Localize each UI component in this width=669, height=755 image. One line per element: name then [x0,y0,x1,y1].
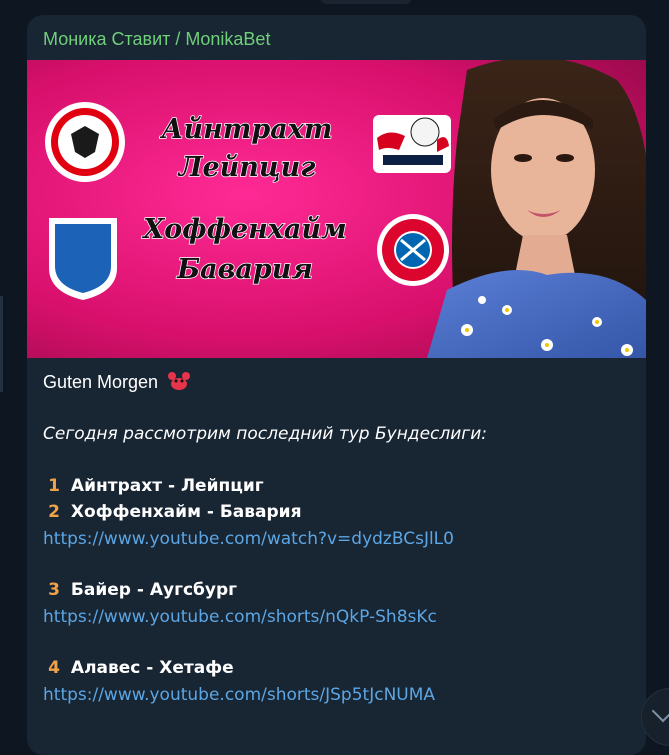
rb-leipzig-crest-icon [373,115,451,173]
greeting-line: Guten Morgen [43,369,633,395]
banner-match2-team1: Хоффенхайм [141,214,346,245]
youtube-link[interactable]: https://www.youtube.com/shorts/nQkP-Sh8s… [43,607,437,627]
banner-match1-team1: Айнтрахт [160,114,333,145]
number-4-icon: 4 [48,658,60,678]
youtube-link[interactable]: https://www.youtube.com/shorts/JSp5tJcNU… [43,685,435,705]
banner-match1-team2: Лейпциг [177,152,316,183]
greeting-text: Guten Morgen [43,372,159,392]
banner-match2-team2: Бавария [176,254,313,285]
number-1-icon: 1 [48,476,60,496]
match-title: Байер - Аугсбург [70,580,238,600]
list-item: 1 Айнтрахт - Лейпциг [43,473,633,499]
number-3-icon: 3 [48,580,60,600]
hoffenheim-crest-icon [49,218,117,300]
left-edge-accent [0,296,3,392]
youtube-link[interactable]: https://www.youtube.com/watch?v=dydzBCsJ… [43,529,454,549]
match-title: Алавес - Хетафе [70,658,234,678]
match-title: Айнтрахт - Лейпциг [70,476,264,496]
crab-emoji-icon [167,370,191,392]
match-title: Хоффенхайм - Бавария [70,502,302,522]
post-image[interactable]: Айнтрахт Лейпциг Хоффенхайм Бавария [27,60,646,358]
post-text: Guten Morgen Сегодня рассмотрим последни… [43,369,633,733]
message-bubble: Моника Ставит / MonikaBet Айнтрахт Лейпц… [27,15,646,755]
number-2-icon: 2 [48,502,60,522]
list-item: 4 Алавес - Хетафе [43,655,633,681]
eintracht-crest-icon [45,102,125,182]
chevron-down-icon [651,699,669,723]
list-item: 3 Байер - Аугсбург [43,577,633,603]
top-pill [320,0,412,4]
intro-text: Сегодня рассмотрим последний тур Бундесл… [43,424,487,444]
bayern-crest-icon [377,214,449,286]
channel-name[interactable]: Моника Ставит / MonikaBet [43,29,270,50]
list-item: 2 Хоффенхайм - Бавария [43,499,633,525]
